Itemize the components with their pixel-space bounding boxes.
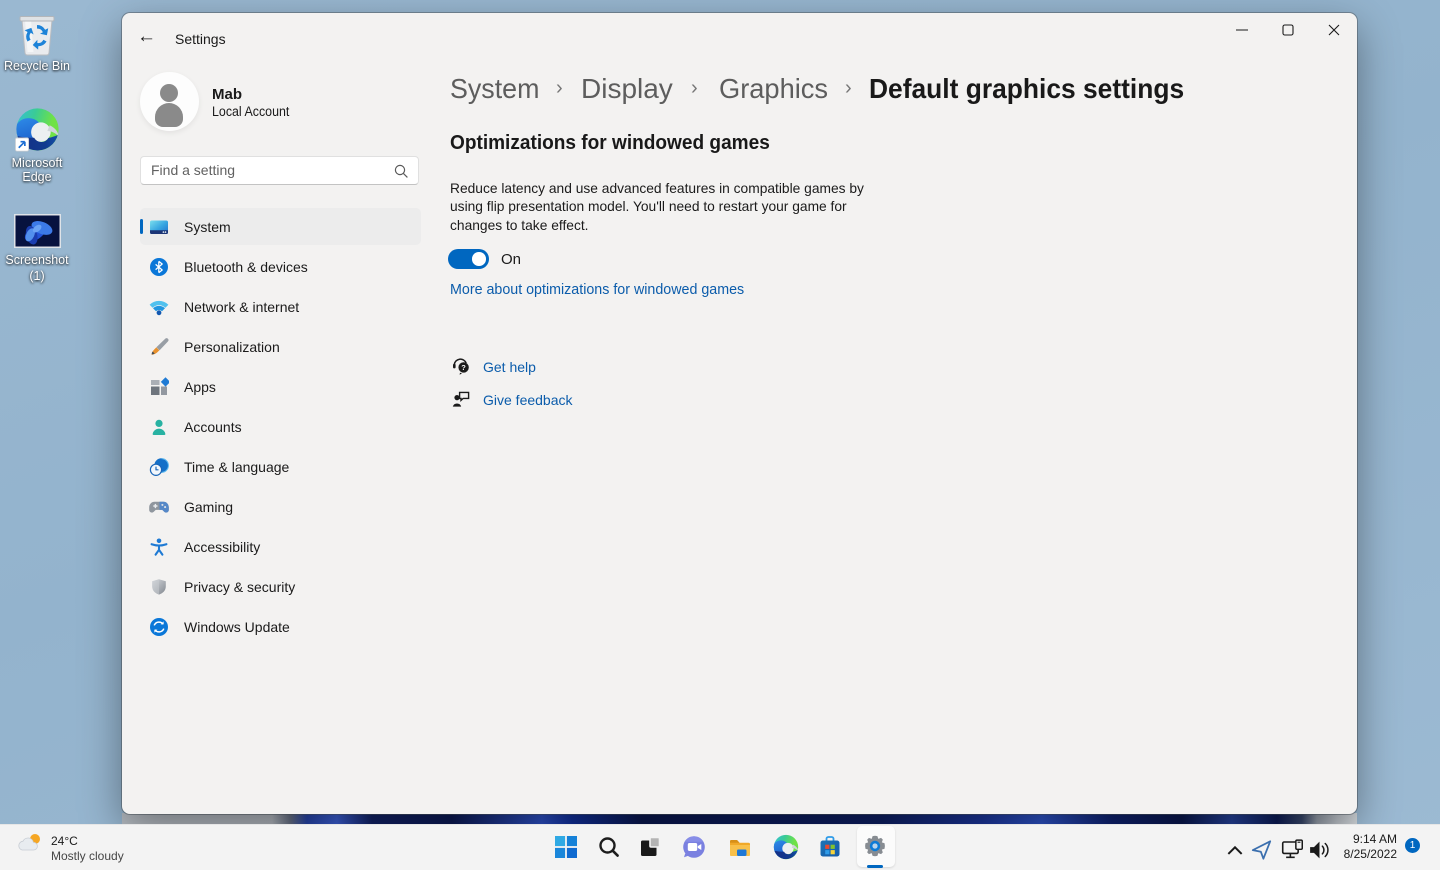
svg-text:?: ? xyxy=(461,363,466,372)
